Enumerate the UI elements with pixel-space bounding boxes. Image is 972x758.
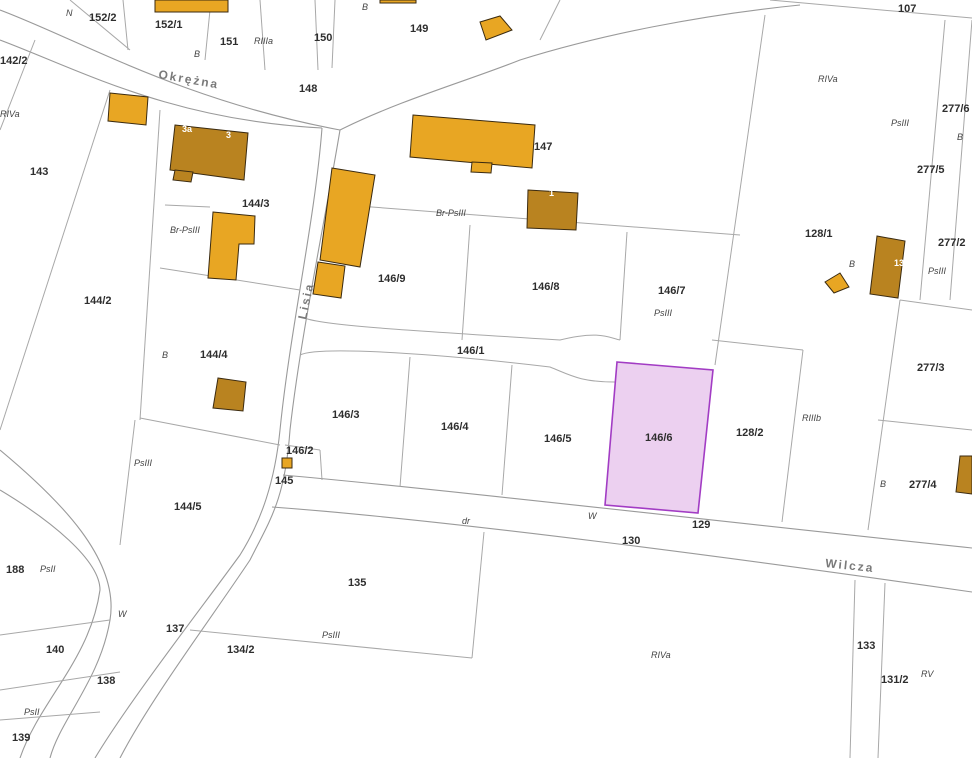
parcel-label: 144/2 [84,295,112,307]
parcel-label: 146/3 [332,409,360,421]
landuse-label: RIIIa [254,36,273,46]
parcel-label: 144/4 [200,349,228,361]
parcel-label: 143 [30,166,48,178]
parcel-label: 146/2 [286,445,314,457]
building[interactable] [955,455,972,495]
building[interactable] [212,377,247,412]
landuse-label: PsIII [134,458,153,468]
parcel-label: 277/5 [917,164,945,176]
parcel-label: 146/6 [645,432,673,444]
parcel-label: 135 [348,577,366,589]
parcel-label: 128/1 [805,228,833,240]
landuse-label: PsIII [322,630,341,640]
parcel-label: 146/1 [457,345,485,357]
parcel-label: 145 [275,475,293,487]
landuse-label: RV [921,669,934,679]
parcel-label: 138 [97,675,115,687]
parcel-label: 134/2 [227,644,255,656]
landuse-label: B [194,49,200,59]
parcel-label: 151 [220,36,238,48]
house-number: 13 [894,258,904,268]
parcel-label: 150 [314,32,332,44]
building[interactable] [319,167,376,268]
landuse-label: N [66,8,73,18]
cadastral-map[interactable]: 3a 3 1 13 Okrężna Lisia Wilcza 152/2 152… [0,0,972,758]
house-number: 3 [226,130,231,140]
building[interactable] [470,161,493,174]
parcel-label: 277/2 [938,237,966,249]
house-number: 1 [549,188,554,198]
parcel-label: 131/2 [881,674,909,686]
landuse-label: PsIII [654,308,673,318]
building[interactable] [379,0,417,4]
parcel-label: 277/3 [917,362,945,374]
parcel-label: 129 [692,519,710,531]
building[interactable] [281,457,293,469]
building[interactable] [107,92,149,126]
landuse-label: PsIII [891,118,910,128]
parcel-label: 133 [857,640,875,652]
building[interactable] [479,15,513,41]
building[interactable] [154,0,229,13]
landuse-label: PsII [24,707,40,717]
parcel-label: 147 [534,141,552,153]
landuse-label: B [162,350,168,360]
parcel-label: 144/3 [242,198,270,210]
landuse-label: B [957,132,963,142]
parcel-label: 146/5 [544,433,572,445]
parcel-label: 128/2 [736,427,764,439]
street-name-okrezna: Okrężna [157,67,220,91]
landuse-label: Br-PsIII [436,208,466,218]
parcel-label: 152/1 [155,19,183,31]
landuse-label: B [880,479,886,489]
landuse-label: Br-PsIII [170,225,200,235]
parcel-label: 140 [46,644,64,656]
parcel-label: 139 [12,732,30,744]
parcel-label: 144/5 [174,501,202,513]
parcel-label: 146/7 [658,285,686,297]
parcel-label: 148 [299,83,317,95]
landuse-label: PsIII [928,266,947,276]
parcel-label: 277/4 [909,479,937,491]
parcel-label: 146/9 [378,273,406,285]
landuse-label: RIIIb [802,413,821,423]
parcel-label: 142/2 [0,55,28,67]
building[interactable] [824,272,850,294]
landuse-label: B [849,259,855,269]
building[interactable] [207,211,256,281]
parcel-label: 130 [622,535,640,547]
parcel-label: 146/4 [441,421,469,433]
landuse-label: RIVa [0,109,20,119]
parcel-label: 277/6 [942,103,970,115]
landuse-label: RIVa [651,650,671,660]
landuse-label: W [588,511,598,521]
parcel-label: 149 [410,23,428,35]
landuse-label: B [362,2,368,12]
building[interactable] [172,169,194,183]
parcel-label: 188 [6,564,24,576]
parcel-label: 146/8 [532,281,560,293]
street-name-lisia: Lisia [295,281,316,320]
parcel-label: 152/2 [89,12,117,24]
landuse-label: PsII [40,564,56,574]
building[interactable] [312,261,346,299]
building[interactable] [409,114,536,169]
landuse-label: W [118,609,128,619]
landuse-label: RIVa [818,74,838,84]
landuse-label: dr [462,516,471,526]
house-number: 3a [182,124,193,134]
parcel-label: 137 [166,623,184,635]
buildings [107,0,972,495]
parcel-label: 107 [898,3,916,15]
